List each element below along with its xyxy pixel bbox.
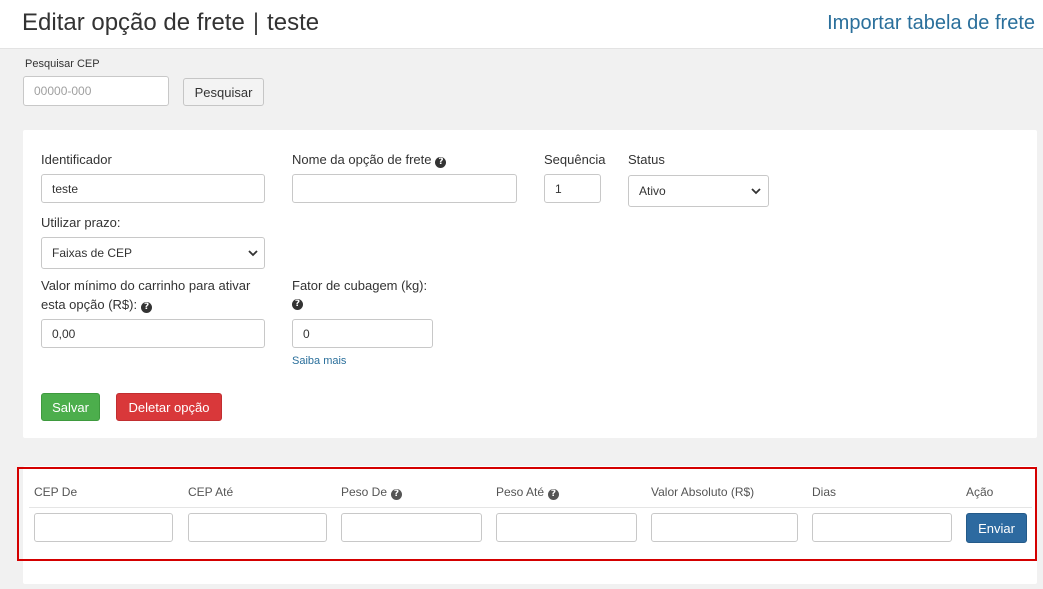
prazo-select[interactable]: Faixas de CEP — [41, 237, 265, 269]
nome-label-text: Nome da opção de frete — [292, 152, 432, 167]
column-header-cep-de: CEP De — [34, 485, 78, 499]
page-title: Editar opção de frete | teste — [22, 9, 319, 37]
column-header-acao: Ação — [966, 485, 994, 499]
cubagem-label: Fator de cubagem (kg): — [292, 278, 428, 293]
question-circle-icon[interactable]: ? — [391, 489, 403, 500]
import-freight-table-link[interactable]: Importar tabela de frete — [827, 12, 1035, 35]
column-header-valor-absoluto: Valor Absoluto (R$) — [651, 485, 755, 499]
question-circle-icon[interactable]: ? — [548, 489, 560, 500]
column-header-peso-de: Peso De? — [341, 485, 403, 500]
valor-minimo-label-line2: esta opção (R$):? — [41, 297, 153, 313]
peso-de-input[interactable] — [341, 513, 482, 542]
search-cep-label: Pesquisar CEP — [25, 58, 100, 70]
status-label: Status — [628, 152, 665, 167]
sequencia-input[interactable] — [544, 174, 601, 203]
valor-minimo-label-line1: Valor mínimo do carrinho para ativar — [41, 278, 251, 293]
valor-minimo-input[interactable] — [41, 319, 265, 348]
delete-option-button[interactable]: Deletar opção — [116, 393, 222, 421]
question-circle-icon[interactable]: ? — [435, 157, 447, 168]
table-divider — [29, 507, 1032, 508]
peso-ate-input[interactable] — [496, 513, 637, 542]
prazo-label: Utilizar prazo: — [41, 215, 121, 230]
dias-input[interactable] — [812, 513, 952, 542]
cubagem-input[interactable] — [292, 319, 433, 348]
sequencia-label: Sequência — [544, 152, 606, 167]
column-header-peso-ate: Peso Até? — [496, 485, 560, 500]
question-circle-icon[interactable]: ? — [292, 299, 303, 310]
nome-input[interactable] — [292, 174, 517, 203]
search-cep-input[interactable] — [23, 76, 169, 106]
column-header-peso-de-text: Peso De — [341, 485, 388, 499]
question-circle-icon[interactable]: ? — [141, 302, 153, 313]
valor-minimo-label-text: esta opção (R$): — [41, 297, 138, 312]
identificador-input[interactable] — [41, 174, 265, 203]
send-button[interactable]: Enviar — [966, 513, 1027, 543]
nome-label: Nome da opção de frete? — [292, 152, 447, 168]
cep-ate-input[interactable] — [188, 513, 327, 542]
saiba-mais-link[interactable]: Saiba mais — [292, 355, 346, 367]
page-subtitle: teste — [267, 9, 320, 36]
page-title-text: Editar opção de frete — [22, 9, 245, 36]
valor-absoluto-input[interactable] — [651, 513, 798, 542]
status-select[interactable]: Ativo — [628, 175, 769, 207]
save-button[interactable]: Salvar — [41, 393, 100, 421]
title-separator: | — [252, 9, 260, 36]
column-header-peso-ate-text: Peso Até — [496, 485, 545, 499]
page-header: Editar opção de frete | teste Importar tab… — [0, 0, 1043, 49]
identificador-label: Identificador — [41, 152, 112, 167]
column-header-cep-ate: CEP Até — [188, 485, 234, 499]
cep-de-input[interactable] — [34, 513, 173, 542]
column-header-dias: Dias — [812, 485, 837, 499]
search-button[interactable]: Pesquisar — [183, 78, 264, 106]
